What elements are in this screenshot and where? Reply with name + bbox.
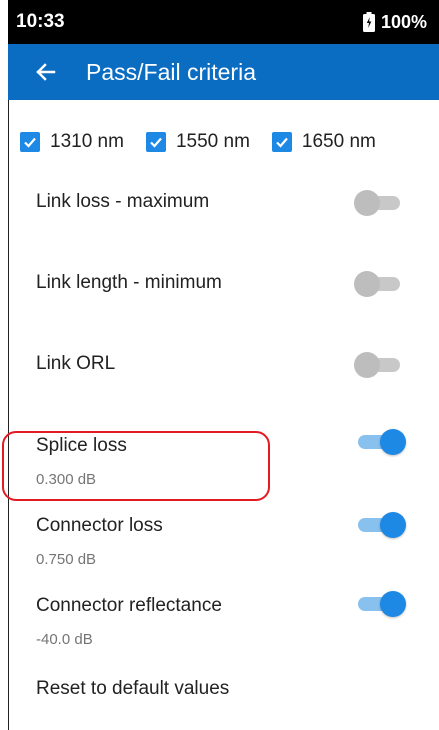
page-title: Pass/Fail criteria (86, 59, 256, 85)
battery-icon (362, 12, 375, 32)
frame-border (8, 100, 9, 730)
connector-loss-toggle[interactable] (354, 510, 410, 540)
setting-value: 0.750 dB (36, 551, 97, 568)
battery-level: 100% (380, 11, 427, 32)
highlight-annotation (2, 431, 270, 501)
app-bar: Pass/Fail criteria (8, 44, 439, 100)
splice-loss-toggle[interactable] (354, 427, 410, 457)
status-right: 100% (362, 0, 427, 44)
status-time: 10:33 (16, 11, 65, 32)
wavelength-selector: 1310 nm 1550 nm 1650 nm (20, 124, 439, 160)
checkmark-icon (145, 132, 166, 152)
back-arrow-icon[interactable] (32, 58, 60, 86)
wavelength-label: 1550 nm (175, 131, 250, 152)
wavelength-1310-checkbox[interactable]: 1310 nm (20, 131, 124, 153)
setting-value: -40.0 dB (36, 631, 93, 648)
reset-defaults-button[interactable]: Reset to default values (36, 678, 229, 700)
checkmark-icon (20, 132, 40, 152)
wavelength-label: 1650 nm (301, 131, 376, 152)
wavelength-1650-checkbox[interactable]: 1650 nm (271, 131, 376, 153)
link-loss-maximum-toggle[interactable] (354, 188, 410, 218)
checkmark-icon (271, 132, 292, 152)
link-length-minimum-toggle[interactable] (354, 269, 410, 299)
wavelength-1550-checkbox[interactable]: 1550 nm (145, 131, 250, 153)
link-orl-toggle[interactable] (354, 350, 410, 380)
wavelength-label: 1310 nm (50, 131, 124, 152)
status-bar: 10:33 100% (8, 0, 439, 44)
connector-reflectance-toggle[interactable] (354, 589, 410, 619)
